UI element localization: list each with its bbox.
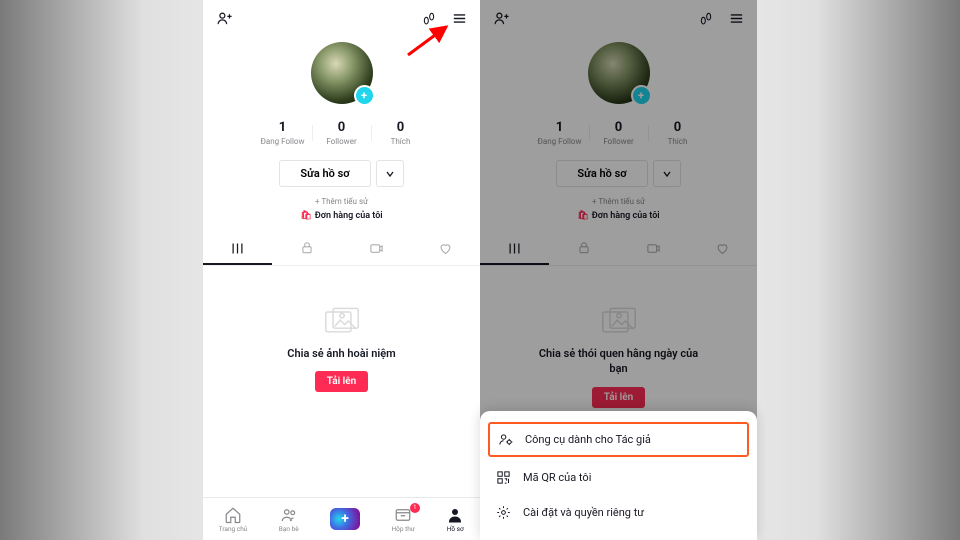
menu-qr-code[interactable]: Mã QR của tôi	[480, 460, 757, 495]
tab-private[interactable]	[549, 233, 618, 265]
inbox-badge: 1	[410, 503, 420, 513]
nav-inbox[interactable]: 1Hộp thư	[391, 506, 414, 533]
hamburger-menu: Công cụ dành cho Tác giả Mã QR của tôi C…	[480, 411, 757, 540]
tab-feed[interactable]	[203, 233, 272, 265]
nav-create[interactable]: +	[330, 508, 360, 530]
add-bio-link[interactable]: + Thêm tiểu sử	[592, 197, 645, 206]
empty-title: Chia sẻ thói quen hằng ngày của bạn	[529, 346, 709, 377]
tab-repost[interactable]	[619, 233, 688, 265]
edit-profile-button[interactable]: Sửa hồ sơ	[279, 160, 370, 187]
tab-liked[interactable]	[688, 233, 757, 265]
stat-following[interactable]: 1Đang Follow	[254, 120, 312, 146]
stat-likes[interactable]: 0Thích	[372, 120, 430, 146]
profile-dropdown-button[interactable]	[653, 160, 681, 187]
footprint-icon[interactable]	[697, 9, 715, 27]
topbar	[480, 0, 757, 36]
add-friend-icon[interactable]	[492, 9, 510, 27]
upload-button[interactable]: Tải lên	[592, 387, 645, 408]
menu-icon[interactable]	[450, 9, 468, 27]
bottom-nav: Trang chủ Bạn bè + 1Hộp thư Hồ sơ	[203, 497, 480, 540]
tab-liked[interactable]	[411, 233, 480, 265]
footprint-icon[interactable]	[420, 9, 438, 27]
phone-right: + 1Đang Follow 0Follower 0Thích Sửa hồ s…	[480, 0, 757, 540]
phone-left: + 1Đang Follow 0Follower 0Thích Sửa hồ s…	[203, 0, 480, 540]
menu-settings-privacy[interactable]: Cài đặt và quyền riêng tư	[480, 495, 757, 530]
avatar[interactable]: +	[588, 42, 650, 104]
gear-icon	[496, 505, 511, 520]
empty-title: Chia sẻ ảnh hoài niệm	[287, 346, 395, 361]
avatar-add-icon[interactable]: +	[354, 85, 375, 106]
person-gear-icon	[498, 432, 513, 447]
profile-dropdown-button[interactable]	[376, 160, 404, 187]
stats-row: 1Đang Follow 0Follower 0Thích	[254, 120, 430, 146]
menu-creator-tools[interactable]: Công cụ dành cho Tác giả	[488, 422, 749, 457]
bag-icon: 🛍	[300, 211, 311, 221]
edit-profile-button[interactable]: Sửa hồ sơ	[556, 160, 647, 187]
add-bio-link[interactable]: + Thêm tiểu sử	[315, 197, 368, 206]
profile-content: + 1Đang Follow 0Follower 0Thích Sửa hồ s…	[203, 36, 480, 497]
menu-icon[interactable]	[727, 9, 745, 27]
empty-state: Chia sẻ ảnh hoài niệm Tải lên	[287, 266, 395, 497]
nav-friends[interactable]: Bạn bè	[279, 506, 299, 533]
stat-following[interactable]: 1Đang Follow	[531, 120, 589, 146]
tab-private[interactable]	[272, 233, 341, 265]
bag-icon: 🛍	[577, 211, 588, 221]
nav-profile[interactable]: Hồ sơ	[446, 506, 464, 533]
topbar	[203, 0, 480, 36]
my-orders-link[interactable]: 🛍Đơn hàng của tôi	[577, 211, 659, 221]
qr-icon	[496, 470, 511, 485]
stat-followers[interactable]: 0Follower	[590, 120, 648, 146]
upload-button[interactable]: Tải lên	[315, 371, 368, 392]
photo-icon	[324, 306, 360, 336]
add-friend-icon[interactable]	[215, 9, 233, 27]
stat-likes[interactable]: 0Thích	[649, 120, 707, 146]
avatar[interactable]: +	[311, 42, 373, 104]
tab-feed[interactable]	[480, 233, 549, 265]
photo-icon	[601, 306, 637, 336]
tab-repost[interactable]	[342, 233, 411, 265]
stat-followers[interactable]: 0Follower	[313, 120, 371, 146]
my-orders-link[interactable]: 🛍Đơn hàng của tôi	[300, 211, 382, 221]
profile-tabs	[203, 233, 480, 266]
avatar-add-icon[interactable]: +	[631, 85, 652, 106]
nav-home[interactable]: Trang chủ	[219, 506, 248, 533]
